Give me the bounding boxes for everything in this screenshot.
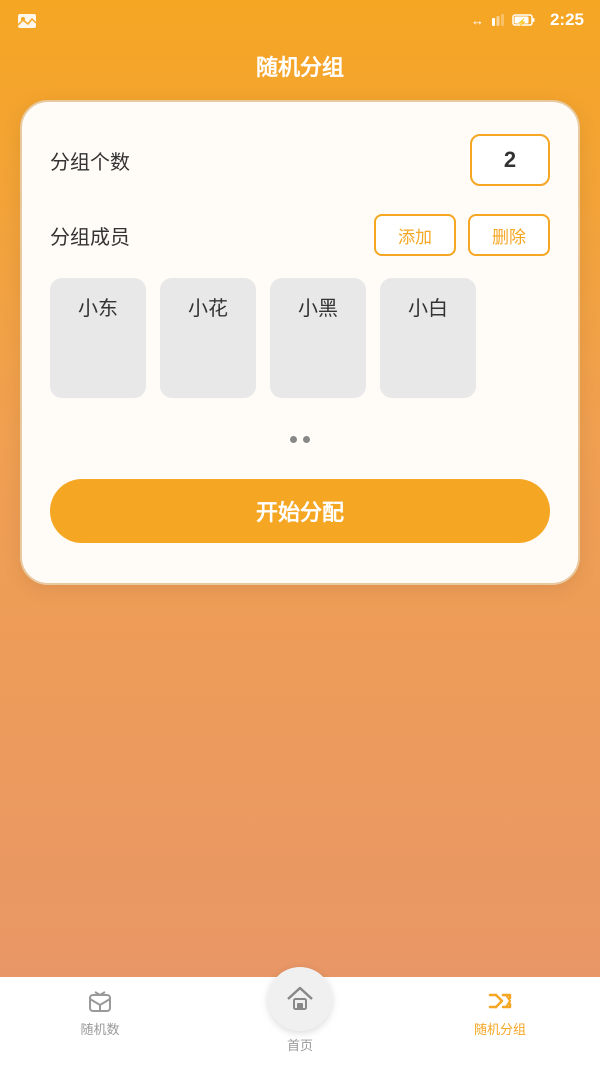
member-tag[interactable]: 小黑 xyxy=(270,278,366,398)
home-circle xyxy=(268,967,332,1031)
page-title: 随机分组 xyxy=(0,40,600,100)
nav-label-group: 随机分组 xyxy=(474,1019,526,1038)
dot-2 xyxy=(303,436,310,443)
main-card: 分组个数 2 分组成员 添加 删除 小东小花小黑小白 开始分配 xyxy=(20,100,580,585)
add-member-button[interactable]: 添加 xyxy=(374,214,456,256)
svg-text:⚡: ⚡ xyxy=(517,17,527,27)
group-count-label: 分组个数 xyxy=(50,146,130,175)
card-wrapper: 分组个数 2 分组成员 添加 删除 小东小花小黑小白 开始分配 xyxy=(0,100,600,977)
nav-label-random: 随机数 xyxy=(80,1019,119,1038)
bottom-nav: 随机数 首页 随机分组 xyxy=(0,977,600,1067)
member-action-buttons: 添加 删除 xyxy=(374,214,550,256)
shuffle-icon xyxy=(486,987,514,1015)
member-tag[interactable]: 小东 xyxy=(50,278,146,398)
status-bar: ↔ ⚡ 2:25 xyxy=(0,0,600,40)
battery-icon: ⚡ xyxy=(512,12,536,28)
box-icon xyxy=(86,987,114,1015)
page-dots xyxy=(50,430,550,447)
nav-item-random[interactable]: 随机数 xyxy=(0,987,200,1038)
nav-label-home: 首页 xyxy=(287,1035,313,1054)
home-icon xyxy=(284,983,316,1015)
image-icon xyxy=(16,10,38,32)
nav-item-group[interactable]: 随机分组 xyxy=(400,987,600,1038)
dot-1 xyxy=(290,436,297,443)
delete-member-button[interactable]: 删除 xyxy=(468,214,550,256)
signal-icon xyxy=(490,12,506,28)
members-label: 分组成员 xyxy=(50,221,130,250)
members-grid: 小东小花小黑小白 xyxy=(50,278,550,398)
status-icons: ↔ ⚡ 2:25 xyxy=(471,10,584,30)
group-count-input[interactable]: 2 xyxy=(470,134,550,186)
member-tag[interactable]: 小花 xyxy=(160,278,256,398)
arrows-icon: ↔ xyxy=(471,13,484,28)
members-header-row: 分组成员 添加 删除 xyxy=(50,214,550,256)
member-tag[interactable]: 小白 xyxy=(380,278,476,398)
nav-item-home[interactable]: 首页 xyxy=(200,967,400,1054)
group-count-row: 分组个数 2 xyxy=(50,134,550,186)
start-button[interactable]: 开始分配 xyxy=(50,479,550,543)
time-display: 2:25 xyxy=(550,10,584,30)
